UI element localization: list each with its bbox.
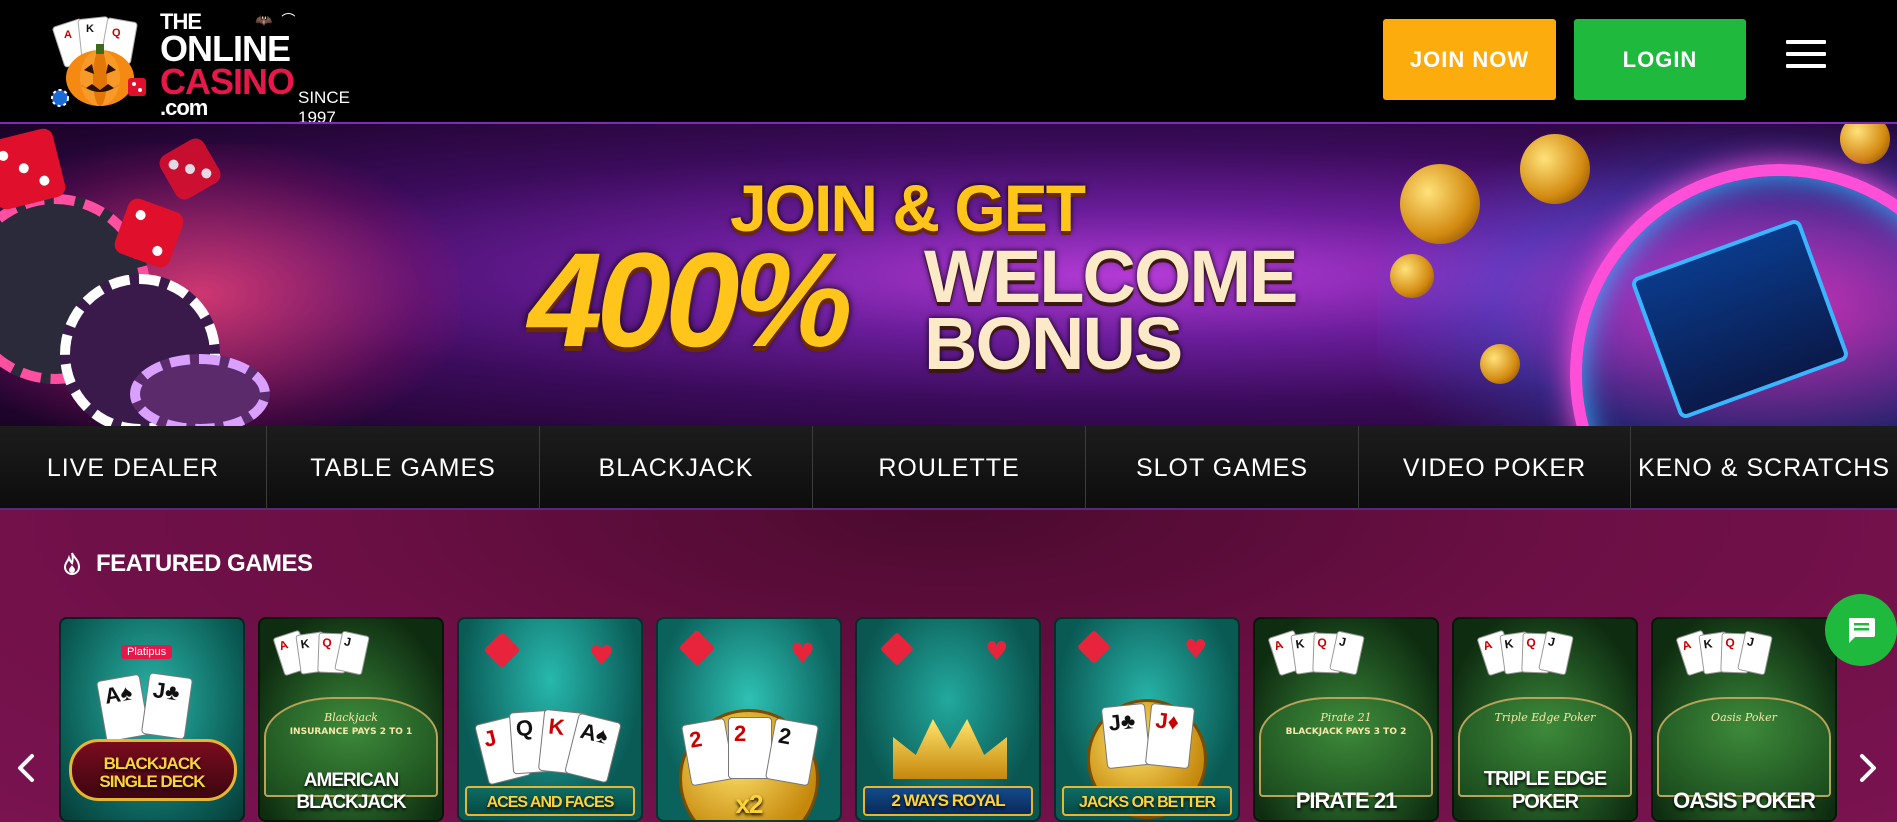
casino-chip-icon [130,354,270,426]
game-card-2-ways-royal[interactable]: ♥ 2 WAYS ROYAL [855,617,1041,822]
game-title: x2 [735,789,764,819]
gold-coin-icon [1480,344,1520,384]
game-title: JACKS OR BETTER [1078,794,1216,811]
promo-banner[interactable]: JOIN & GET 400% WELCOME BONUS [0,122,1897,426]
game-card-oasis-poker[interactable]: A K Q J Oasis Poker OASIS POKER [1651,617,1837,822]
nav-item-blackjack[interactable]: BLACKJACK [540,426,813,510]
game-title: 2 WAYS ROYAL [891,791,1005,810]
promo-percent: 400% [528,226,853,375]
card-jack-clubs-icon: J♣ [140,672,194,740]
live-chat-button[interactable] [1825,594,1897,666]
game-title: ACES AND FACES [486,794,615,811]
promo-headline: JOIN & GET 400% WELCOME BONUS [520,168,1298,418]
game-title: BLACKJACK SINGLE DECK [99,753,205,792]
game-card-american-blackjack[interactable]: A K Q J Blackjack INSURANCE PAYS 2 TO 1 … [258,617,444,822]
felt-label: Blackjack [324,711,378,724]
games-carousel: Platipus A♠ J♣ BLACKJACK SINGLE DECK A K… [59,617,1845,822]
gold-coin-icon [1520,134,1590,204]
game-card-triple-edge-poker[interactable]: A K Q J Triple Edge Poker TRIPLE EDGE PO… [1452,617,1638,822]
nav-item-roulette[interactable]: ROULETTE [813,426,1086,510]
felt-label: Pirate 21 [1320,711,1372,724]
carousel-next-arrow-icon[interactable] [1856,752,1880,784]
felt-label: Triple Edge Poker [1494,711,1596,724]
card-jack-clubs-icon: J♣ [1100,702,1152,770]
svg-text:Q: Q [112,27,121,39]
game-title: PIRATE 21 [1295,788,1398,813]
game-title: AMERICAN BLACKJACK [296,770,406,813]
diamond-suit-icon [880,632,914,666]
featured-games-section: FEATURED GAMES Platipus A♠ J♣ BLACKJACK … [0,510,1897,822]
game-card-blackjack-single-deck[interactable]: Platipus A♠ J♣ BLACKJACK SINGLE DECK [59,617,245,822]
provider-badge: Platipus [121,645,173,659]
svg-text:A: A [64,29,72,41]
nav-item-table-games[interactable]: TABLE GAMES [267,426,540,510]
site-logo[interactable]: A K Q 🦇 ⌒ THE ONLINE CASINO .com SINCE 1… [50,10,390,127]
blackjack-table-felt: Pirate 21 BLACKJACK PAYS 3 TO 2 [1259,697,1433,797]
game-card-jacks-or-better[interactable]: ♥ J♣ J♦ JACKS OR BETTER [1054,617,1240,822]
game-category-nav: LIVE DEALER TABLE GAMES BLACKJACK ROULET… [0,426,1897,510]
poker-table-felt: Oasis Poker [1657,697,1831,797]
nav-item-slot-games[interactable]: SLOT GAMES [1086,426,1359,510]
nav-item-video-poker[interactable]: VIDEO POKER [1359,426,1631,510]
game-title: TRIPLE EDGE POKER [1483,768,1607,813]
join-now-button[interactable]: JOIN NOW [1383,19,1556,100]
gold-coin-icon [1390,254,1434,298]
crown-icon [893,719,1007,779]
heart-suit-icon: ♥ [985,637,1009,667]
diamond-suit-icon [678,629,716,667]
game-card-pirate-21[interactable]: A K Q J Pirate 21 BLACKJACK PAYS 3 TO 2 … [1253,617,1439,822]
nav-item-keno-scratchs[interactable]: KENO & SCRATCHS [1631,426,1897,510]
game-card-deuces-x2[interactable]: ♥ 2 2 2 x2 [656,617,842,822]
pumpkin-cards-logo-icon: A K Q [51,16,146,107]
felt-sub: BLACKJACK PAYS 3 TO 2 [1285,727,1407,737]
chat-bubble-icon [1849,618,1875,643]
svg-text:K: K [86,23,94,35]
nav-item-live-dealer[interactable]: LIVE DEALER [0,426,267,510]
heart-suit-icon: ♥ [589,639,615,672]
menu-hamburger-icon[interactable] [1786,40,1826,72]
login-button[interactable]: LOGIN [1574,19,1746,100]
game-title: OASIS POKER [1673,788,1816,813]
promo-line-bonus: BONUS [924,301,1183,385]
heart-suit-icon: ♥ [1184,635,1208,665]
felt-sub: INSURANCE PAYS 2 TO 1 [289,727,413,737]
featured-games-heading: FEATURED GAMES [62,550,313,578]
promo-welcome-bonus: WELCOME BONUS [924,235,1298,385]
site-header: A K Q 🦇 ⌒ THE ONLINE CASINO .com SINCE 1… [0,0,1897,127]
felt-label: Oasis Poker [1711,711,1777,724]
promo-line-welcome: WELCOME [924,235,1298,318]
carousel-prev-arrow-icon[interactable] [14,752,38,784]
diamond-suit-icon [1077,630,1111,664]
heart-suit-icon: ♥ [790,637,816,670]
featured-games-title: FEATURED GAMES [96,550,313,577]
gold-coin-icon [1400,164,1480,244]
game-card-aces-and-faces[interactable]: ♥ J Q K A♠ ACES AND FACES [457,617,643,822]
logo-wordmark: THE ONLINE CASINO .com [160,10,295,119]
logo-line-casino: CASINO [160,61,295,103]
diamond-suit-icon [483,631,521,669]
flame-icon [63,552,81,575]
card-jack-diamonds-icon: J♦ [1144,702,1196,770]
